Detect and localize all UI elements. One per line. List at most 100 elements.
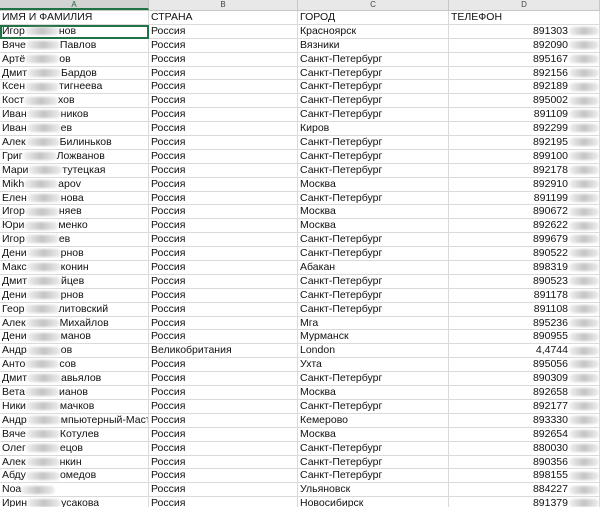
name-cell[interactable]: Дени рнов [0,247,149,262]
phone-cell[interactable]: 895056 [449,358,600,373]
phone-cell[interactable]: 884227 [449,483,600,498]
country-cell[interactable]: Россия [149,136,298,150]
phone-cell[interactable]: 892189 [449,80,600,95]
country-cell[interactable]: Россия [149,316,298,331]
country-cell[interactable]: Россия [149,274,298,289]
city-cell[interactable]: Санкт-Петербург [298,52,449,67]
city-cell[interactable]: Санкт-Петербург [298,108,449,123]
country-cell[interactable]: Россия [149,122,298,137]
phone-cell[interactable]: 890672 [449,205,600,220]
country-cell[interactable]: Россия [149,330,298,345]
city-cell[interactable]: Санкт-Петербург [298,163,449,178]
country-cell[interactable]: Россия [149,219,298,234]
name-cell[interactable]: Иван ев [0,122,149,137]
country-cell[interactable]: Россия [149,149,298,164]
country-cell[interactable]: Россия [149,38,298,53]
phone-cell[interactable]: 892299 [449,122,600,137]
country-cell[interactable]: Россия [149,94,298,109]
country-cell[interactable]: Россия [149,261,298,275]
phone-cell[interactable]: 891303 [449,24,600,39]
country-cell[interactable]: Россия [149,413,298,428]
header-cell-name[interactable]: ИМЯ И ФАМИЛИЯ [0,11,149,25]
phone-cell[interactable]: 899100 [449,149,600,164]
city-cell[interactable]: Санкт-Петербург [298,469,449,484]
name-cell[interactable]: Юри менко [0,219,149,234]
phone-cell[interactable]: 890356 [449,455,600,470]
name-cell[interactable]: Дмит йцев [0,274,149,289]
phone-cell[interactable]: 890955 [449,330,600,345]
phone-cell[interactable]: 892090 [449,38,600,53]
header-cell-country[interactable]: СТРАНА [149,11,298,25]
country-cell[interactable]: Россия [149,80,298,95]
name-cell[interactable]: Дмит Бардов [0,66,149,81]
city-cell[interactable]: Санкт-Петербург [298,136,449,150]
city-cell[interactable]: Кемерово [298,413,449,428]
city-cell[interactable]: Мурманск [298,330,449,345]
name-cell[interactable]: Геор литовский [0,302,149,317]
city-cell[interactable]: Санкт-Петербург [298,455,449,470]
name-cell[interactable]: Игор няев [0,205,149,220]
city-cell[interactable]: Санкт-Петербург [298,274,449,289]
city-cell[interactable]: Киров [298,122,449,137]
phone-cell[interactable]: 891379 [449,497,600,507]
name-cell[interactable]: Вяче Котулев [0,427,149,442]
city-cell[interactable]: Москва [298,386,449,400]
name-cell[interactable]: Макс конин [0,261,149,275]
city-cell[interactable]: Санкт-Петербург [298,191,449,206]
name-cell[interactable]: Ники мачков [0,399,149,414]
phone-cell[interactable]: 890523 [449,274,600,289]
phone-cell[interactable]: 891178 [449,288,600,303]
phone-cell[interactable]: 4,4744 [449,344,600,359]
city-cell[interactable]: Вязники [298,38,449,53]
country-cell[interactable]: Россия [149,372,298,387]
header-cell-city[interactable]: ГОРОД [298,11,449,25]
phone-cell[interactable]: 892177 [449,399,600,414]
country-cell[interactable]: Россия [149,247,298,262]
name-cell[interactable]: Артё ов [0,52,149,67]
country-cell[interactable]: Россия [149,52,298,67]
name-cell[interactable]: Григ Ложванов [0,149,149,164]
phone-cell[interactable]: 895236 [449,316,600,331]
name-cell[interactable]: Абду омедов [0,469,149,484]
country-cell[interactable]: Россия [149,399,298,414]
country-cell[interactable]: Россия [149,177,298,192]
column-header-c[interactable]: C [298,0,449,10]
country-cell[interactable]: Великобритания [149,344,298,359]
phone-cell[interactable]: 891109 [449,108,600,123]
city-cell[interactable]: Санкт-Петербург [298,288,449,303]
phone-cell[interactable]: 895167 [449,52,600,67]
phone-cell[interactable]: 898155 [449,469,600,484]
phone-cell[interactable]: 892622 [449,219,600,234]
column-header-d[interactable]: D [449,0,600,10]
country-cell[interactable]: Россия [149,483,298,498]
phone-cell[interactable]: 890309 [449,372,600,387]
city-cell[interactable]: Санкт-Петербург [298,233,449,248]
name-cell[interactable]: Мари тутецкая [0,163,149,178]
country-cell[interactable]: Россия [149,386,298,400]
country-cell[interactable]: Россия [149,427,298,442]
country-cell[interactable]: Россия [149,163,298,178]
column-header-a[interactable]: A [0,0,149,10]
phone-cell[interactable]: 895002 [449,94,600,109]
phone-cell[interactable]: 898319 [449,261,600,275]
city-cell[interactable]: Санкт-Петербург [298,66,449,81]
name-cell[interactable]: Андр ов [0,344,149,359]
name-cell[interactable]: Вяче Павлов [0,38,149,53]
city-cell[interactable]: London [298,344,449,359]
name-cell[interactable]: Иван ников [0,108,149,123]
country-cell[interactable]: Россия [149,24,298,39]
phone-cell[interactable]: 892910 [449,177,600,192]
phone-cell[interactable]: 890522 [449,247,600,262]
name-cell[interactable]: Дени манов [0,330,149,345]
country-cell[interactable]: Россия [149,358,298,373]
name-cell[interactable]: Ксен тигнеева [0,80,149,95]
country-cell[interactable]: Россия [149,497,298,507]
name-cell[interactable]: Алек нкин [0,455,149,470]
country-cell[interactable]: Россия [149,66,298,81]
phone-cell[interactable]: 892178 [449,163,600,178]
city-cell[interactable]: Новосибирск [298,497,449,507]
phone-cell[interactable]: 880030 [449,441,600,456]
name-cell[interactable]: Дмит авьялов [0,372,149,387]
name-cell[interactable]: Кост хов [0,94,149,109]
city-cell[interactable]: Санкт-Петербург [298,94,449,109]
